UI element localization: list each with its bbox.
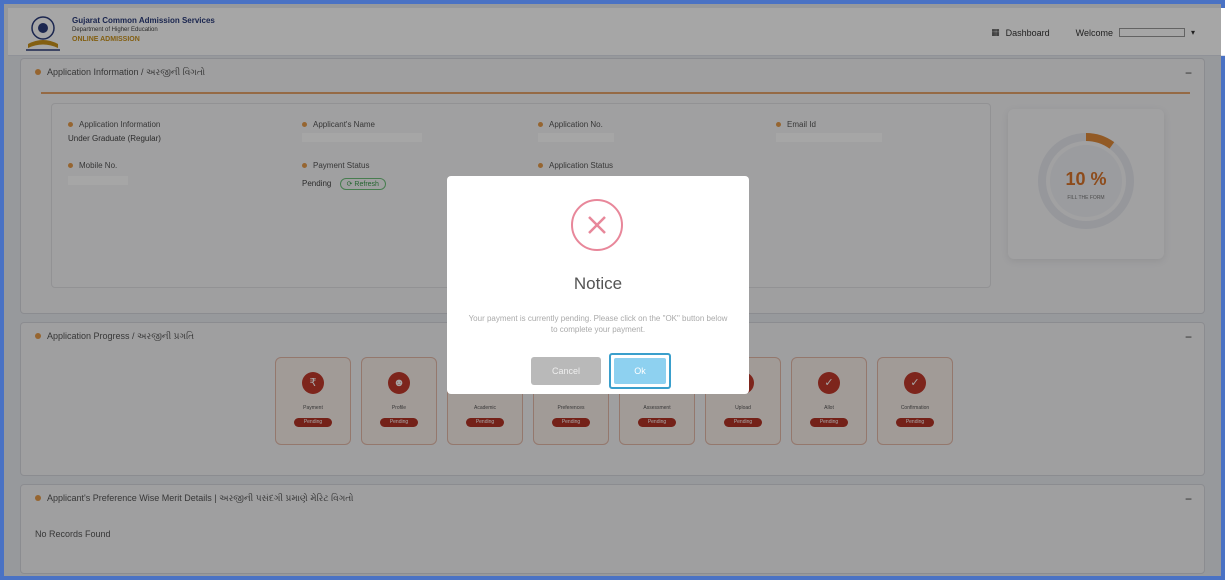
modal-title: Notice [573,274,623,293]
modal-message: Your payment is currently pending. Pleas… [468,314,728,334]
error-icon [571,199,623,251]
ok-button[interactable]: Ok [609,353,671,389]
notice-modal: Notice Your payment is currently pending… [447,176,749,394]
ok-button-label: Ok [614,358,666,384]
cancel-button[interactable]: Cancel [531,357,601,385]
